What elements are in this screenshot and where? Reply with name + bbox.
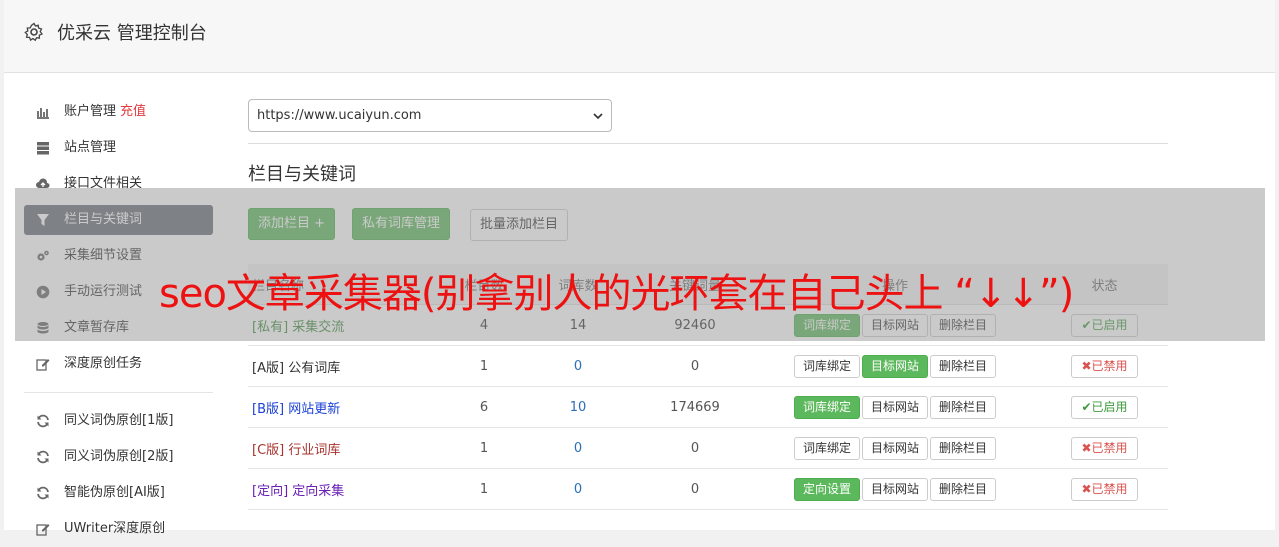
cell-col4: 174669	[641, 386, 749, 428]
sidebar-item-ai-rewrite[interactable]: 智能伪原创[AI版]	[24, 475, 213, 511]
top-bar: 优采云 管理控制台	[4, 0, 1275, 73]
bar-chart-icon	[37, 108, 49, 119]
table-row: [B版] 网站更新 6 10 174669 词库绑定 目标网站 删除栏目 ✔已启用	[248, 386, 1168, 428]
close-icon: ✖	[1081, 481, 1092, 496]
sidebar-item-label: UWriter深度原创	[64, 521, 166, 536]
target-site-button[interactable]: 目标网站	[861, 395, 928, 419]
status-label: 已禁用	[1091, 440, 1128, 455]
cell-col4: 0	[641, 427, 749, 469]
cell-col3: 0	[515, 468, 641, 510]
sidebar-item-label: 智能伪原创[AI版]	[64, 485, 165, 500]
sidebar-item-label: 站点管理	[64, 140, 117, 155]
cell-col3: 10	[515, 386, 641, 428]
status-badge[interactable]: ✔已启用	[1071, 395, 1138, 419]
table-row: [定向] 定向采集 1 0 0 定向设置 目标网站 删除栏目 ✖已禁用	[248, 468, 1168, 510]
row-name[interactable]: 行业词库	[288, 443, 340, 458]
row-tag: [B版]	[252, 401, 285, 417]
cell-col3: 0	[515, 427, 641, 469]
delete-column-button[interactable]: 删除栏目	[930, 354, 997, 378]
sidebar-item-synonym-v2[interactable]: 同义词伪原创[2版]	[24, 439, 213, 475]
close-icon: ✖	[1081, 358, 1092, 373]
row-name[interactable]: 公有词库	[288, 361, 340, 376]
delete-column-button[interactable]: 删除栏目	[930, 436, 997, 460]
row-tag: [C版]	[252, 442, 285, 458]
chevron-down-icon	[593, 113, 603, 120]
gear-icon	[24, 22, 44, 42]
table-row: [C版] 行业词库 1 0 0 词库绑定 目标网站 删除栏目 ✖已禁用	[248, 427, 1168, 469]
app-title: 优采云 管理控制台	[57, 23, 207, 44]
sidebar-divider	[24, 392, 213, 393]
sidebar-item-label: 深度原创任务	[64, 356, 143, 371]
status-label: 已禁用	[1091, 358, 1128, 373]
sidebar-item-label: 同义词伪原创[1版]	[64, 413, 174, 428]
cell-col2: 1	[453, 468, 515, 510]
sidebar-item-account[interactable]: 账户管理 充值	[24, 94, 213, 130]
status-badge[interactable]: ✖已禁用	[1071, 436, 1138, 460]
divider	[248, 143, 1168, 144]
delete-column-button[interactable]: 删除栏目	[930, 477, 997, 501]
cell-col2: 6	[453, 386, 515, 428]
site-select[interactable]: https://www.ucaiyun.com	[248, 99, 612, 132]
row-tag: [定向]	[252, 483, 289, 499]
cell-col2: 1	[453, 345, 515, 387]
cell-col3: 0	[515, 345, 641, 387]
edit-icon	[36, 524, 50, 536]
status-label: 已启用	[1091, 399, 1128, 414]
sidebar-item-label: 账户管理	[64, 104, 117, 119]
close-icon: ✖	[1081, 440, 1092, 455]
target-site-button[interactable]: 目标网站	[861, 436, 928, 460]
check-icon: ✔	[1081, 399, 1092, 414]
site-select-value: https://www.ucaiyun.com	[257, 108, 422, 123]
overlay-headline: seo文章采集器(别拿别人的光环套在自己头上 “↓↓”)	[159, 271, 1074, 317]
directional-settings-button[interactable]: 定向设置	[793, 477, 860, 501]
status-badge[interactable]: ✖已禁用	[1071, 354, 1138, 378]
sidebar-item-sites[interactable]: 站点管理	[24, 130, 213, 166]
row-name[interactable]: 网站更新	[288, 402, 340, 417]
sidebar-item-deep-original[interactable]: 深度原创任务	[24, 346, 213, 382]
refresh-icon	[37, 486, 49, 500]
cell-col4: 0	[641, 468, 749, 510]
target-site-button[interactable]: 目标网站	[861, 354, 928, 378]
recharge-link[interactable]: 充值	[120, 104, 146, 119]
status-badge[interactable]: ✖已禁用	[1071, 477, 1138, 501]
bind-lib-button[interactable]: 词库绑定	[793, 395, 860, 419]
table-row: [A版] 公有词库 1 0 0 词库绑定 目标网站 删除栏目 ✖已禁用	[248, 345, 1168, 387]
status-label: 已禁用	[1091, 481, 1128, 496]
sidebar-item-label: 同义词伪原创[2版]	[64, 449, 174, 464]
refresh-icon	[37, 450, 49, 464]
sidebar-item-uwriter[interactable]: UWriter深度原创	[24, 511, 213, 547]
target-site-button[interactable]: 目标网站	[861, 477, 928, 501]
edit-icon	[36, 359, 50, 371]
delete-column-button[interactable]: 删除栏目	[930, 395, 997, 419]
cell-col4: 0	[641, 345, 749, 387]
server-icon	[37, 142, 49, 155]
refresh-icon	[37, 414, 49, 428]
bind-lib-button[interactable]: 词库绑定	[793, 354, 860, 378]
section-title: 栏目与关键词	[248, 164, 356, 185]
cell-col2: 1	[453, 427, 515, 469]
bind-lib-button[interactable]: 词库绑定	[793, 436, 860, 460]
sidebar-item-synonym-v1[interactable]: 同义词伪原创[1版]	[24, 403, 213, 439]
row-tag: [A版]	[252, 360, 285, 376]
row-name[interactable]: 定向采集	[292, 484, 344, 499]
